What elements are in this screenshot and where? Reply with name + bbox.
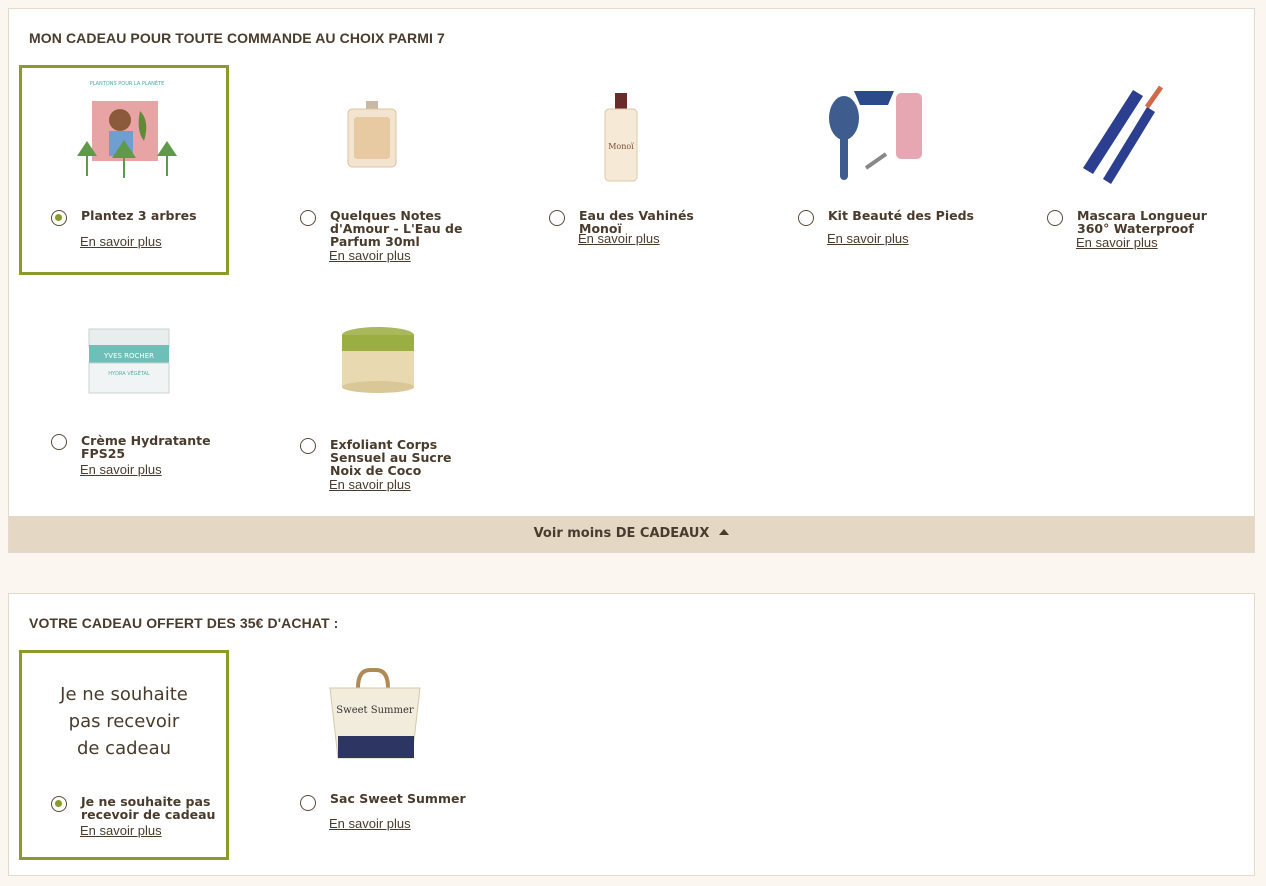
gift-name: Crème Hydratante FPS25	[81, 433, 211, 461]
gift-option-perfume[interactable]: Quelques Notes d'Amour - L'Eau de Parfum…	[268, 65, 478, 275]
no-gift-line: pas recevoir	[68, 711, 180, 732]
gift-name: Sac Sweet Summer	[330, 791, 466, 806]
perfume-bottle-image	[347, 101, 397, 168]
learn-more-link[interactable]: En savoir plus	[329, 477, 411, 492]
gift-option-monoi[interactable]: Monoï Eau des Vahinés Monoï En savoir pl…	[517, 65, 727, 275]
learn-more-link[interactable]: En savoir plus	[80, 234, 162, 249]
svg-text:YVES ROCHER: YVES ROCHER	[103, 352, 154, 360]
radio-foot-kit[interactable]	[798, 210, 814, 226]
no-gift-image: Je ne souhaite pas recevoir de cadeau	[22, 681, 226, 762]
toggle-label: Voir moins DE CADEAUX	[533, 526, 710, 541]
radio-body-scrub[interactable]	[300, 438, 316, 454]
summer-bag-image: Sweet Summer	[329, 668, 421, 759]
radio-monoi[interactable]	[549, 210, 565, 226]
radio-mascara[interactable]	[1047, 210, 1063, 226]
gift-option-mascara[interactable]: Mascara Longueur 360° Waterproof En savo…	[1015, 65, 1225, 275]
gift-option-plant-trees[interactable]: PLANTONS POUR LA PLANÈTE Plantez 3 arbre…	[19, 65, 229, 275]
learn-more-link[interactable]: En savoir plus	[329, 248, 411, 263]
gift-panel-35-euro: VOTRE CADEAU OFFERT DES 35€ D'ACHAT : Je…	[8, 593, 1255, 876]
gift-name: Kit Beauté des Pieds	[828, 208, 974, 223]
moisturizer-jar-image: YVES ROCHER HYDRA VÉGÉTAL	[88, 328, 170, 394]
gift-panel-any-order: MON CADEAU POUR TOUTE COMMANDE AU CHOIX …	[8, 8, 1255, 553]
learn-more-link[interactable]: En savoir plus	[80, 823, 162, 838]
svg-text:Monoï: Monoï	[608, 142, 634, 151]
svg-text:Sweet Summer: Sweet Summer	[336, 705, 414, 716]
learn-more-link[interactable]: En savoir plus	[329, 816, 411, 831]
svg-text:PLANTONS POUR LA PLANÈTE: PLANTONS POUR LA PLANÈTE	[90, 79, 165, 87]
section-title: MON CADEAU POUR TOUTE COMMANDE AU CHOIX …	[29, 30, 445, 46]
gift-name: Je ne souhaite pas recevoir de cadeau	[81, 794, 216, 822]
learn-more-link[interactable]: En savoir plus	[1076, 235, 1158, 250]
radio-summer-bag[interactable]	[300, 795, 316, 811]
gift-name: Plantez 3 arbres	[81, 208, 197, 223]
plant-trees-image: PLANTONS POUR LA PLANÈTE	[62, 76, 192, 191]
no-gift-line: de cadeau	[76, 738, 172, 759]
foot-kit-image	[829, 91, 922, 180]
gift-name: Exfoliant Corps Sensuel au Sucre Noix de…	[330, 437, 452, 478]
gift-name: Mascara Longueur 360° Waterproof	[1077, 208, 1207, 236]
no-gift-line: Je ne souhaite	[60, 684, 188, 705]
radio-moisturizer[interactable]	[51, 434, 67, 450]
body-scrub-jar-image	[342, 327, 414, 393]
radio-plant-trees[interactable]	[51, 210, 67, 226]
svg-text:HYDRA VÉGÉTAL: HYDRA VÉGÉTAL	[108, 369, 150, 377]
radio-no-gift[interactable]	[51, 796, 67, 812]
gift-option-moisturizer[interactable]: YVES ROCHER HYDRA VÉGÉTAL Crème Hydratan…	[19, 291, 229, 501]
learn-more-link[interactable]: En savoir plus	[827, 231, 909, 246]
gift-name: Quelques Notes d'Amour - L'Eau de Parfum…	[330, 208, 463, 249]
gift-option-body-scrub[interactable]: Exfoliant Corps Sensuel au Sucre Noix de…	[268, 291, 478, 501]
chevron-up-icon	[719, 529, 730, 535]
section-title: VOTRE CADEAU OFFERT DES 35€ D'ACHAT :	[29, 615, 339, 631]
mascara-image	[1083, 85, 1164, 184]
show-less-gifts-button[interactable]: Voir moins DE CADEAUX	[9, 516, 1254, 552]
gift-option-no-gift[interactable]: Je ne souhaite pas recevoir de cadeau Je…	[19, 650, 229, 860]
gift-option-foot-kit[interactable]: Kit Beauté des Pieds En savoir plus	[766, 65, 976, 275]
radio-perfume[interactable]	[300, 210, 316, 226]
learn-more-link[interactable]: En savoir plus	[578, 231, 660, 246]
gift-option-summer-bag[interactable]: Sweet Summer Sac Sweet Summer En savoir …	[268, 650, 478, 860]
monoi-bottle-image: Monoï	[604, 93, 638, 182]
learn-more-link[interactable]: En savoir plus	[80, 462, 162, 477]
